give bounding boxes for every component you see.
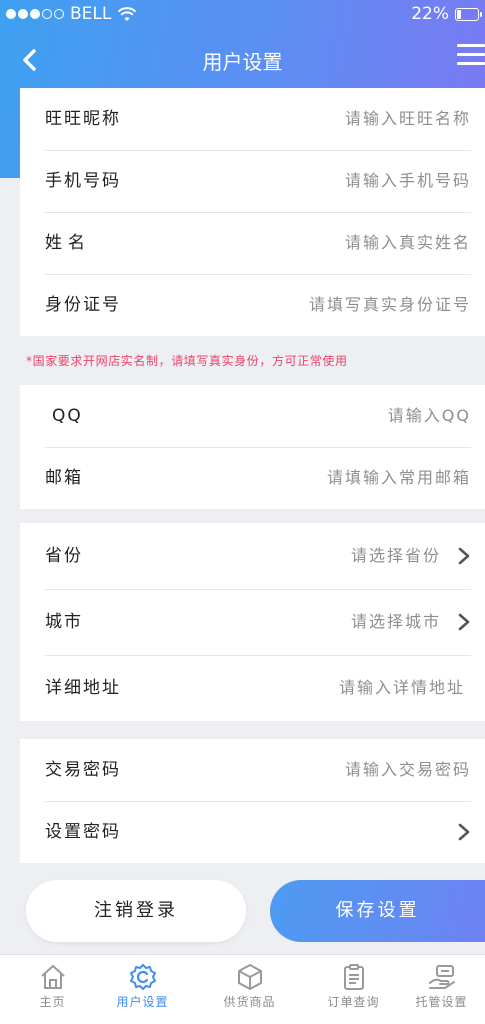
name-input[interactable]: 请输入真实姓名 [345, 212, 471, 274]
phone-label: 手机号码 [45, 171, 121, 191]
wifi-icon [118, 7, 137, 21]
province-row[interactable]: 省份 请选择省份 [20, 523, 485, 589]
status-bar: BELL 22% [0, 0, 485, 30]
chevron-right-icon [458, 547, 470, 565]
hand-coin-icon [428, 965, 455, 989]
set-password-label: 设置密码 [45, 822, 121, 842]
id-number-input[interactable]: 请填写真实身份证号 [309, 274, 471, 336]
phone-input[interactable]: 请输入手机号码 [345, 150, 471, 212]
qq-row[interactable]: QQ 请输入QQ [20, 385, 485, 447]
save-settings-button[interactable]: 保存设置 [270, 880, 485, 942]
name-label: 姓名 [45, 233, 91, 253]
tab-hosting-settings-label: 托管设置 [415, 995, 468, 1009]
tab-order-query-label: 订单查询 [327, 995, 380, 1009]
tab-supply-goods-label: 供货商品 [223, 995, 276, 1009]
id-number-label: 身份证号 [45, 295, 121, 315]
province-select[interactable]: 请选择省份 [351, 523, 441, 589]
qq-input[interactable]: 请输入QQ [388, 385, 471, 447]
email-input[interactable]: 请填输入常用邮箱 [327, 447, 471, 509]
tab-user-settings-label: 用户设置 [116, 995, 169, 1009]
status-right: 22% [411, 4, 482, 24]
trade-password-row[interactable]: 交易密码 请输入交易密码 [20, 739, 485, 801]
user-settings-icon [129, 964, 156, 990]
signal-dots-icon [6, 9, 64, 19]
contact-card: QQ 请输入QQ 邮箱 请填输入常用邮箱 [20, 385, 485, 509]
chevron-right-icon [458, 613, 470, 631]
city-select[interactable]: 请选择城市 [351, 589, 441, 655]
tab-home[interactable]: 主页 [4, 955, 101, 1024]
phone-row[interactable]: 手机号码 请输入手机号码 [20, 150, 485, 212]
province-label: 省份 [45, 546, 83, 566]
page-title: 用户设置 [202, 50, 283, 74]
tab-supply-goods[interactable]: 供货商品 [201, 955, 298, 1024]
nickname-label: 旺旺昵称 [45, 109, 121, 129]
battery-percent: 22% [411, 4, 449, 24]
address-label: 详细地址 [45, 678, 121, 698]
city-row[interactable]: 城市 请选择城市 [20, 589, 485, 655]
clipboard-icon [343, 964, 364, 990]
identity-card: 旺旺昵称 请输入旺旺名称 手机号码 请输入手机号码 姓名 请输入真实姓名 身份证… [20, 88, 485, 336]
qq-label: QQ [52, 406, 83, 426]
tab-hosting-settings[interactable]: 托管设置 [393, 955, 485, 1024]
tab-order-query[interactable]: 订单查询 [305, 955, 402, 1024]
box-icon [237, 964, 262, 990]
tab-user-settings[interactable]: 用户设置 [94, 955, 191, 1024]
status-left: BELL [6, 4, 137, 24]
city-label: 城市 [45, 612, 83, 632]
nickname-input[interactable]: 请输入旺旺名称 [345, 88, 471, 150]
password-card: 交易密码 请输入交易密码 设置密码 [20, 739, 485, 863]
address-row[interactable]: 详细地址 请输入详情地址 [20, 655, 485, 721]
email-row[interactable]: 邮箱 请填输入常用邮箱 [20, 447, 485, 509]
nav-bar: 用户设置 [0, 36, 485, 84]
trade-password-label: 交易密码 [45, 760, 121, 780]
nickname-row[interactable]: 旺旺昵称 请输入旺旺名称 [20, 88, 485, 150]
set-password-row[interactable]: 设置密码 [20, 801, 485, 863]
carrier-name: BELL [70, 4, 112, 24]
chevron-right-icon [458, 823, 470, 841]
id-number-row[interactable]: 身份证号 请填写真实身份证号 [20, 274, 485, 336]
name-row[interactable]: 姓名 请输入真实姓名 [20, 212, 485, 274]
hamburger-menu-icon[interactable] [457, 44, 485, 70]
email-label: 邮箱 [45, 468, 83, 488]
home-icon [40, 965, 65, 989]
logout-button[interactable]: 注销登录 [26, 880, 246, 942]
address-input[interactable]: 请输入详情地址 [339, 655, 465, 721]
address-card: 省份 请选择省份 城市 请选择城市 详细地址 请输入详情地址 [20, 523, 485, 721]
bottom-tab-bar: 主页 用户设置 供货商品 订单查询 托管设置 [0, 954, 485, 1024]
trade-password-input[interactable]: 请输入交易密码 [345, 739, 471, 801]
real-name-notice: *国家要求开网店实名制，请填写真实身份，方可正常使用 [26, 354, 348, 368]
tab-home-label: 主页 [39, 995, 66, 1009]
battery-icon [455, 7, 482, 21]
